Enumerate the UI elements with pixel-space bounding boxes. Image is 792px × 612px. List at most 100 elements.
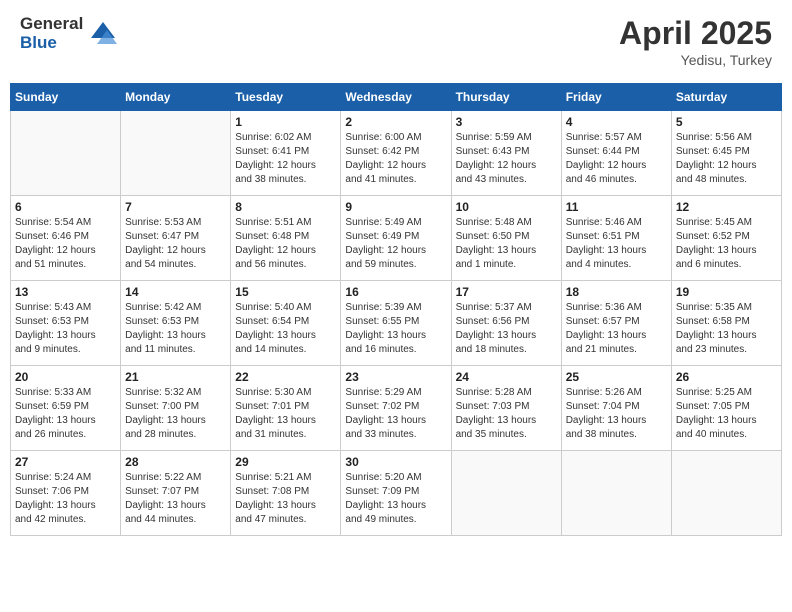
day-number: 6 — [15, 200, 116, 214]
day-info: Sunrise: 5:37 AM Sunset: 6:56 PM Dayligh… — [456, 301, 557, 357]
title-month: April 2025 — [619, 15, 772, 52]
day-number: 16 — [345, 285, 446, 299]
day-info: Sunrise: 5:53 AM Sunset: 6:47 PM Dayligh… — [125, 216, 226, 272]
calendar-cell: 16Sunrise: 5:39 AM Sunset: 6:55 PM Dayli… — [341, 281, 451, 366]
weekday-header-row: SundayMondayTuesdayWednesdayThursdayFrid… — [11, 84, 782, 111]
weekday-header: Tuesday — [231, 84, 341, 111]
calendar-cell: 27 Sunrise: 5:24 AM Sunset: 7:06 PM Dayli… — [11, 451, 121, 536]
day-number: 4 — [566, 115, 667, 129]
calendar-cell — [121, 111, 231, 196]
day-info: Sunrise: 5:40 AM Sunset: 6:54 PM Dayligh… — [235, 301, 336, 357]
day-number: 20 — [15, 370, 116, 384]
calendar-cell: 5 Sunrise: 5:56 AM Sunset: 6:45 PM Daylig… — [671, 111, 781, 196]
calendar-cell: 10Sunrise: 5:48 AM Sunset: 6:50 PM Dayli… — [451, 196, 561, 281]
calendar-cell: 25Sunrise: 5:26 AM Sunset: 7:04 PM Dayli… — [561, 366, 671, 451]
day-number: 27 — [15, 455, 116, 469]
page-header: General Blue April 2025 Yedisu, Turkey — [10, 10, 782, 73]
weekday-header: Friday — [561, 84, 671, 111]
calendar-cell: 28Sunrise: 5:22 AM Sunset: 7:07 PM Dayli… — [121, 451, 231, 536]
day-number: 24 — [456, 370, 557, 384]
calendar-cell: 12 Sunrise: 5:45 AM Sunset: 6:52 PM Dayli… — [671, 196, 781, 281]
day-number: 21 — [125, 370, 226, 384]
calendar-cell: 1 Sunrise: 6:02 AM Sunset: 6:41 PM Daylig… — [231, 111, 341, 196]
day-number: 14 — [125, 285, 226, 299]
calendar-cell: 21 Sunrise: 5:32 AM Sunset: 7:00 PM Dayli… — [121, 366, 231, 451]
weekday-header: Sunday — [11, 84, 121, 111]
day-info: Sunrise: 5:56 AM Sunset: 6:45 PM Dayligh… — [676, 131, 777, 187]
calendar-table: SundayMondayTuesdayWednesdayThursdayFrid… — [10, 83, 782, 536]
day-number: 26 — [676, 370, 777, 384]
calendar-cell — [451, 451, 561, 536]
day-info: Sunrise: 5:26 AM Sunset: 7:04 PM Dayligh… — [566, 386, 667, 442]
calendar-cell: 8 Sunrise: 5:51 AM Sunset: 6:48 PM Daylig… — [231, 196, 341, 281]
day-number: 30 — [345, 455, 446, 469]
day-number: 2 — [345, 115, 446, 129]
day-info: Sunrise: 5:45 AM Sunset: 6:52 PM Dayligh… — [676, 216, 777, 272]
day-info: Sunrise: 5:24 AM Sunset: 7:06 PM Dayligh… — [15, 471, 116, 527]
day-number: 7 — [125, 200, 226, 214]
day-number: 22 — [235, 370, 336, 384]
day-number: 29 — [235, 455, 336, 469]
day-info: Sunrise: 5:33 AM Sunset: 6:59 PM Dayligh… — [15, 386, 116, 442]
day-info: Sunrise: 5:25 AM Sunset: 7:05 PM Dayligh… — [676, 386, 777, 442]
day-info: Sunrise: 5:59 AM Sunset: 6:43 PM Dayligh… — [456, 131, 557, 187]
calendar-cell: 17Sunrise: 5:37 AM Sunset: 6:56 PM Dayli… — [451, 281, 561, 366]
logo-general: General — [20, 15, 83, 34]
calendar-cell: 11 Sunrise: 5:46 AM Sunset: 6:51 PM Dayli… — [561, 196, 671, 281]
day-number: 13 — [15, 285, 116, 299]
day-info: Sunrise: 5:57 AM Sunset: 6:44 PM Dayligh… — [566, 131, 667, 187]
day-number: 19 — [676, 285, 777, 299]
calendar-week-row: 1 Sunrise: 6:02 AM Sunset: 6:41 PM Daylig… — [11, 111, 782, 196]
logo-blue: Blue — [20, 34, 83, 53]
day-number: 9 — [345, 200, 446, 214]
calendar-week-row: 27 Sunrise: 5:24 AM Sunset: 7:06 PM Dayli… — [11, 451, 782, 536]
weekday-header: Thursday — [451, 84, 561, 111]
calendar-cell: 22Sunrise: 5:30 AM Sunset: 7:01 PM Dayli… — [231, 366, 341, 451]
day-number: 11 — [566, 200, 667, 214]
day-number: 12 — [676, 200, 777, 214]
calendar-week-row: 6 Sunrise: 5:54 AM Sunset: 6:46 PM Daylig… — [11, 196, 782, 281]
calendar-cell: 6 Sunrise: 5:54 AM Sunset: 6:46 PM Daylig… — [11, 196, 121, 281]
day-number: 8 — [235, 200, 336, 214]
calendar-cell: 9 Sunrise: 5:49 AM Sunset: 6:49 PM Daylig… — [341, 196, 451, 281]
calendar-cell: 2 Sunrise: 6:00 AM Sunset: 6:42 PM Daylig… — [341, 111, 451, 196]
day-number: 3 — [456, 115, 557, 129]
day-info: Sunrise: 5:54 AM Sunset: 6:46 PM Dayligh… — [15, 216, 116, 272]
calendar-cell: 3 Sunrise: 5:59 AM Sunset: 6:43 PM Daylig… — [451, 111, 561, 196]
day-info: Sunrise: 5:28 AM Sunset: 7:03 PM Dayligh… — [456, 386, 557, 442]
calendar-cell — [671, 451, 781, 536]
calendar-cell: 26 Sunrise: 5:25 AM Sunset: 7:05 PM Dayli… — [671, 366, 781, 451]
day-number: 5 — [676, 115, 777, 129]
calendar-cell: 15Sunrise: 5:40 AM Sunset: 6:54 PM Dayli… — [231, 281, 341, 366]
calendar-cell: 4 Sunrise: 5:57 AM Sunset: 6:44 PM Daylig… — [561, 111, 671, 196]
day-info: Sunrise: 5:51 AM Sunset: 6:48 PM Dayligh… — [235, 216, 336, 272]
day-info: Sunrise: 5:29 AM Sunset: 7:02 PM Dayligh… — [345, 386, 446, 442]
day-number: 10 — [456, 200, 557, 214]
weekday-header: Saturday — [671, 84, 781, 111]
calendar-cell: 20 Sunrise: 5:33 AM Sunset: 6:59 PM Dayli… — [11, 366, 121, 451]
day-info: Sunrise: 5:21 AM Sunset: 7:08 PM Dayligh… — [235, 471, 336, 527]
calendar-cell: 29 Sunrise: 5:21 AM Sunset: 7:08 PM Dayli… — [231, 451, 341, 536]
day-info: Sunrise: 5:46 AM Sunset: 6:51 PM Dayligh… — [566, 216, 667, 272]
weekday-header: Wednesday — [341, 84, 451, 111]
day-info: Sunrise: 5:22 AM Sunset: 7:07 PM Dayligh… — [125, 471, 226, 527]
calendar-cell: 18 Sunrise: 5:36 AM Sunset: 6:57 PM Dayli… — [561, 281, 671, 366]
calendar-cell: 24 Sunrise: 5:28 AM Sunset: 7:03 PM Dayli… — [451, 366, 561, 451]
day-info: Sunrise: 5:49 AM Sunset: 6:49 PM Dayligh… — [345, 216, 446, 272]
day-info: Sunrise: 5:20 AM Sunset: 7:09 PM Dayligh… — [345, 471, 446, 527]
day-number: 1 — [235, 115, 336, 129]
day-number: 18 — [566, 285, 667, 299]
day-number: 23 — [345, 370, 446, 384]
calendar-cell — [11, 111, 121, 196]
calendar-cell: 30 Sunrise: 5:20 AM Sunset: 7:09 PM Dayli… — [341, 451, 451, 536]
day-info: Sunrise: 5:36 AM Sunset: 6:57 PM Dayligh… — [566, 301, 667, 357]
day-info: Sunrise: 6:00 AM Sunset: 6:42 PM Dayligh… — [345, 131, 446, 187]
day-info: Sunrise: 5:32 AM Sunset: 7:00 PM Dayligh… — [125, 386, 226, 442]
calendar-cell — [561, 451, 671, 536]
title-location: Yedisu, Turkey — [619, 52, 772, 68]
calendar-cell: 7 Sunrise: 5:53 AM Sunset: 6:47 PM Daylig… — [121, 196, 231, 281]
calendar-cell: 13Sunrise: 5:43 AM Sunset: 6:53 PM Dayli… — [11, 281, 121, 366]
day-info: Sunrise: 5:35 AM Sunset: 6:58 PM Dayligh… — [676, 301, 777, 357]
day-info: Sunrise: 6:02 AM Sunset: 6:41 PM Dayligh… — [235, 131, 336, 187]
calendar-cell: 14Sunrise: 5:42 AM Sunset: 6:53 PM Dayli… — [121, 281, 231, 366]
